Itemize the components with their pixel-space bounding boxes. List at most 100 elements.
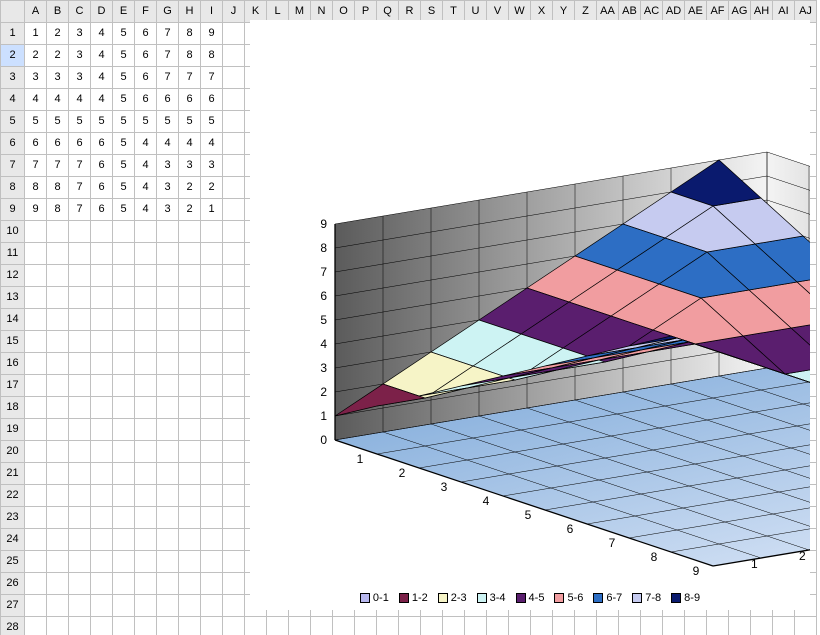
cell-A13[interactable] xyxy=(25,287,47,309)
cell-R28[interactable] xyxy=(399,617,421,635)
cell-C10[interactable] xyxy=(69,221,91,243)
cell-E11[interactable] xyxy=(113,243,135,265)
cell-E9[interactable]: 5 xyxy=(113,199,135,221)
cell-D11[interactable] xyxy=(91,243,113,265)
cell-G25[interactable] xyxy=(157,551,179,573)
cell-D12[interactable] xyxy=(91,265,113,287)
cell-G19[interactable] xyxy=(157,419,179,441)
cell-B15[interactable] xyxy=(47,331,69,353)
cell-D3[interactable]: 4 xyxy=(91,67,113,89)
cell-F20[interactable] xyxy=(135,441,157,463)
cell-I22[interactable] xyxy=(201,485,223,507)
cell-B21[interactable] xyxy=(47,463,69,485)
cell-H3[interactable]: 7 xyxy=(179,67,201,89)
cell-E14[interactable] xyxy=(113,309,135,331)
cell-J20[interactable] xyxy=(223,441,245,463)
cell-E4[interactable]: 5 xyxy=(113,89,135,111)
cell-A20[interactable] xyxy=(25,441,47,463)
cell-G5[interactable]: 5 xyxy=(157,111,179,133)
cell-H28[interactable] xyxy=(179,617,201,635)
cell-D15[interactable] xyxy=(91,331,113,353)
cell-B7[interactable]: 7 xyxy=(47,155,69,177)
cell-A16[interactable] xyxy=(25,353,47,375)
cell-A4[interactable]: 4 xyxy=(25,89,47,111)
cell-H4[interactable]: 6 xyxy=(179,89,201,111)
cell-I18[interactable] xyxy=(201,397,223,419)
cell-D4[interactable]: 4 xyxy=(91,89,113,111)
cell-C24[interactable] xyxy=(69,529,91,551)
cell-G28[interactable] xyxy=(157,617,179,635)
cell-A25[interactable] xyxy=(25,551,47,573)
row-header-17[interactable]: 17 xyxy=(1,375,25,397)
cell-G9[interactable]: 3 xyxy=(157,199,179,221)
cell-B28[interactable] xyxy=(47,617,69,635)
cell-E10[interactable] xyxy=(113,221,135,243)
cell-AB28[interactable] xyxy=(619,617,641,635)
cell-A6[interactable]: 6 xyxy=(25,133,47,155)
cell-I7[interactable]: 3 xyxy=(201,155,223,177)
cell-J3[interactable] xyxy=(223,67,245,89)
cell-H12[interactable] xyxy=(179,265,201,287)
cell-T28[interactable] xyxy=(443,617,465,635)
cell-E7[interactable]: 5 xyxy=(113,155,135,177)
cell-D9[interactable]: 6 xyxy=(91,199,113,221)
cell-I20[interactable] xyxy=(201,441,223,463)
cell-I12[interactable] xyxy=(201,265,223,287)
col-header-A[interactable]: A xyxy=(25,1,47,23)
cell-J5[interactable] xyxy=(223,111,245,133)
cell-E17[interactable] xyxy=(113,375,135,397)
cell-B17[interactable] xyxy=(47,375,69,397)
cell-F8[interactable]: 4 xyxy=(135,177,157,199)
cell-J11[interactable] xyxy=(223,243,245,265)
cell-H25[interactable] xyxy=(179,551,201,573)
cell-G15[interactable] xyxy=(157,331,179,353)
cell-C9[interactable]: 7 xyxy=(69,199,91,221)
cell-E18[interactable] xyxy=(113,397,135,419)
cell-I24[interactable] xyxy=(201,529,223,551)
cell-E6[interactable]: 5 xyxy=(113,133,135,155)
cell-S28[interactable] xyxy=(421,617,443,635)
cell-F11[interactable] xyxy=(135,243,157,265)
cell-H23[interactable] xyxy=(179,507,201,529)
cell-F2[interactable]: 6 xyxy=(135,45,157,67)
cell-H10[interactable] xyxy=(179,221,201,243)
cell-H15[interactable] xyxy=(179,331,201,353)
cell-E20[interactable] xyxy=(113,441,135,463)
cell-J16[interactable] xyxy=(223,353,245,375)
cell-B12[interactable] xyxy=(47,265,69,287)
cell-B25[interactable] xyxy=(47,551,69,573)
cell-AE28[interactable] xyxy=(685,617,707,635)
cell-J15[interactable] xyxy=(223,331,245,353)
cell-A24[interactable] xyxy=(25,529,47,551)
cell-J10[interactable] xyxy=(223,221,245,243)
cell-E28[interactable] xyxy=(113,617,135,635)
cell-D24[interactable] xyxy=(91,529,113,551)
cell-D13[interactable] xyxy=(91,287,113,309)
cell-C1[interactable]: 3 xyxy=(69,23,91,45)
row-header-15[interactable]: 15 xyxy=(1,331,25,353)
cell-I26[interactable] xyxy=(201,573,223,595)
cell-J17[interactable] xyxy=(223,375,245,397)
cell-F9[interactable]: 4 xyxy=(135,199,157,221)
row-header-23[interactable]: 23 xyxy=(1,507,25,529)
cell-F10[interactable] xyxy=(135,221,157,243)
cell-F13[interactable] xyxy=(135,287,157,309)
cell-D23[interactable] xyxy=(91,507,113,529)
cell-G14[interactable] xyxy=(157,309,179,331)
cell-I27[interactable] xyxy=(201,595,223,617)
cell-J19[interactable] xyxy=(223,419,245,441)
cell-F5[interactable]: 5 xyxy=(135,111,157,133)
cell-G8[interactable]: 3 xyxy=(157,177,179,199)
cell-E16[interactable] xyxy=(113,353,135,375)
cell-E12[interactable] xyxy=(113,265,135,287)
cell-J25[interactable] xyxy=(223,551,245,573)
col-header-G[interactable]: G xyxy=(157,1,179,23)
cell-H18[interactable] xyxy=(179,397,201,419)
cell-L28[interactable] xyxy=(267,617,289,635)
cell-A15[interactable] xyxy=(25,331,47,353)
cell-J22[interactable] xyxy=(223,485,245,507)
cell-H6[interactable]: 4 xyxy=(179,133,201,155)
cell-J21[interactable] xyxy=(223,463,245,485)
cell-J27[interactable] xyxy=(223,595,245,617)
cell-J8[interactable] xyxy=(223,177,245,199)
